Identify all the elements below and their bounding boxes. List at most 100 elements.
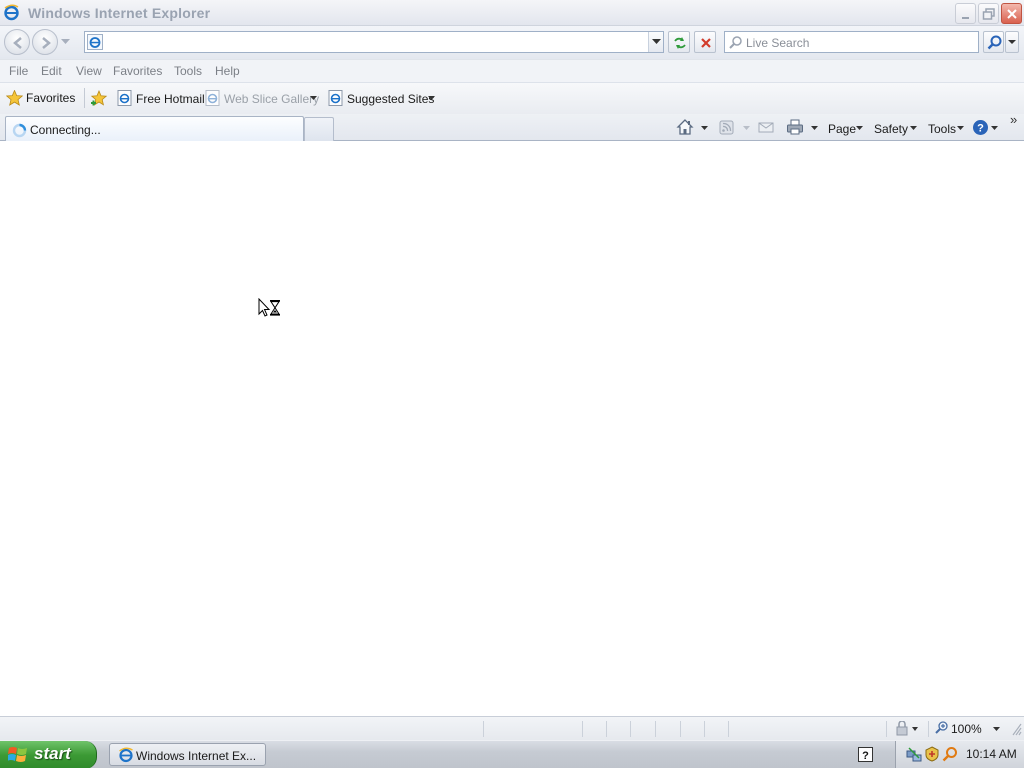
chevron-down-icon (1008, 40, 1016, 44)
recent-pages-dropdown-icon[interactable] (61, 39, 70, 45)
ie-page-icon (117, 90, 132, 106)
safety-menu-button[interactable]: Safety (874, 118, 920, 138)
address-dropdown-button[interactable] (648, 32, 663, 52)
search-icon (729, 36, 742, 49)
taskbar-item-label: Windows Internet Ex... (136, 749, 257, 763)
busy-cursor-icon (258, 298, 280, 317)
favorites-link-suggested-sites[interactable]: Suggested Sites (328, 90, 440, 108)
chevron-down-icon (910, 126, 917, 130)
chevron-down-icon (310, 96, 317, 100)
resize-grip-icon[interactable] (1011, 722, 1022, 736)
stop-icon (701, 38, 711, 48)
favorites-link-web-slice-gallery[interactable]: Web Slice Gallery (205, 90, 320, 108)
feeds-button[interactable] (718, 118, 750, 138)
system-clock: 10:14 AM (966, 747, 1017, 761)
navigation-bar (0, 26, 1024, 59)
menu-help[interactable]: Help (215, 64, 240, 78)
chevron-down-icon (743, 126, 750, 130)
ie-page-icon (205, 90, 220, 106)
zoom-icon (935, 721, 948, 734)
help-and-support-icon[interactable]: ? (858, 747, 873, 762)
favorites-bar: Favorites Free Hotmail Web Slice Gallery… (0, 83, 1024, 114)
home-icon (676, 119, 694, 135)
magnifier-icon (987, 35, 1002, 50)
start-button[interactable]: start (0, 741, 97, 768)
tab-current[interactable]: Connecting... (5, 116, 304, 142)
status-divider (606, 721, 607, 737)
security-center-icon[interactable] (924, 746, 940, 762)
favorites-button[interactable]: Favorites (4, 87, 82, 109)
forward-arrow-icon (42, 37, 51, 49)
ie-logo-icon (4, 4, 19, 21)
network-icon[interactable] (906, 746, 922, 762)
zoom-dropdown-icon[interactable] (993, 727, 1000, 731)
print-button[interactable] (786, 118, 818, 138)
status-divider (680, 721, 681, 737)
chevron-down-icon (856, 126, 863, 130)
refresh-icon (674, 37, 686, 49)
read-mail-icon (758, 122, 774, 133)
status-divider (728, 721, 729, 737)
page-menu-label: Page (828, 122, 857, 136)
chevron-down-icon (652, 39, 661, 44)
stop-button[interactable] (694, 31, 716, 53)
home-button[interactable] (676, 118, 708, 138)
menu-view[interactable]: View (76, 64, 102, 78)
help-icon: ? (973, 120, 988, 135)
search-icon[interactable] (942, 746, 958, 762)
title-bar: Windows Internet Explorer (0, 0, 1024, 26)
page-icon (87, 34, 103, 50)
search-options-button[interactable] (1005, 31, 1019, 53)
menu-favorites[interactable]: Favorites (113, 64, 162, 78)
address-bar[interactable] (84, 31, 664, 53)
search-input[interactable] (746, 34, 974, 51)
refresh-button[interactable] (668, 31, 690, 53)
tools-menu-button[interactable]: Tools (928, 118, 966, 138)
menu-file[interactable]: File (9, 64, 28, 78)
chevron-down-icon (957, 126, 964, 130)
menu-tools[interactable]: Tools (174, 64, 202, 78)
start-label: start (34, 744, 71, 763)
print-icon (787, 119, 803, 135)
status-divider (655, 721, 656, 737)
favorites-star-icon (6, 90, 23, 106)
restore-button[interactable] (978, 3, 999, 24)
ie-logo-icon (119, 747, 133, 763)
page-content-area[interactable] (0, 141, 1024, 716)
search-go-button[interactable] (983, 31, 1004, 53)
zoom-level[interactable]: 100% (951, 722, 982, 736)
favorites-link-free-hotmail[interactable]: Free Hotmail (117, 90, 205, 108)
minimize-button[interactable] (955, 3, 976, 24)
help-button[interactable]: ? (972, 118, 1002, 138)
system-tray: 10:14 AM (895, 741, 1024, 768)
status-divider (704, 721, 705, 737)
menu-bar: File Edit View Favorites Tools Help (0, 59, 1024, 83)
taskbar: start Windows Internet Ex... ? 10:14 AM (0, 740, 1024, 768)
protected-mode-icon[interactable] (893, 721, 921, 736)
read-mail-button[interactable] (757, 118, 777, 138)
feeds-icon (719, 120, 734, 135)
window-title: Windows Internet Explorer (28, 5, 211, 21)
tab-row: Connecting... Page Safety Tools ? (0, 114, 1024, 142)
more-commands-chevron-icon[interactable]: » (1010, 112, 1017, 127)
chevron-down-icon (701, 126, 708, 130)
svg-text:?: ? (862, 750, 869, 762)
back-arrow-icon (13, 37, 22, 49)
add-to-favorites-icon[interactable] (90, 90, 108, 107)
status-bar: 100% (0, 716, 1024, 740)
status-divider (630, 721, 631, 737)
address-input[interactable] (107, 33, 627, 51)
new-tab-button[interactable] (304, 117, 334, 141)
favorites-link-label: Web Slice Gallery (224, 92, 320, 106)
favorites-label: Favorites (26, 91, 76, 105)
status-divider (928, 721, 929, 737)
page-menu-button[interactable]: Page (828, 118, 866, 138)
search-box[interactable] (724, 31, 979, 53)
close-button[interactable] (1001, 3, 1022, 24)
status-divider (483, 721, 484, 737)
taskbar-item-internet-explorer[interactable]: Windows Internet Ex... (109, 743, 266, 766)
back-button[interactable] (4, 29, 30, 55)
menu-edit[interactable]: Edit (41, 64, 62, 78)
forward-button[interactable] (32, 29, 58, 55)
tools-menu-label: Tools (928, 122, 957, 136)
